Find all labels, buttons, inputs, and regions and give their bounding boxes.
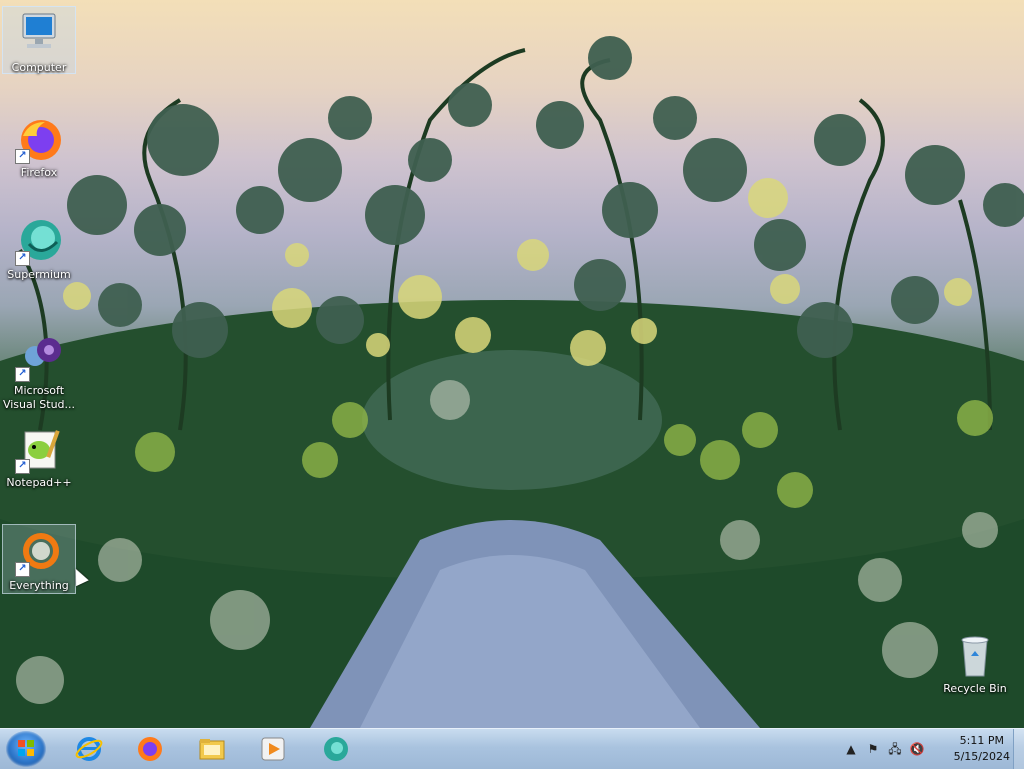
desktop[interactable]: Computer ↗ Firefox ↗ Supermium ↗ Microso…: [0, 0, 1024, 728]
visual-studio-icon: ↗: [15, 334, 63, 382]
desktop-icon-everything[interactable]: ↗ Everything: [2, 524, 76, 594]
windows-logo-icon: [18, 740, 34, 756]
desktop-icon-label: Everything: [9, 579, 69, 592]
taskbar-supermium[interactable]: [310, 731, 362, 767]
taskbar-firefox[interactable]: [124, 731, 176, 767]
internet-explorer-icon: [75, 737, 103, 761]
network-icon[interactable]: 🖧: [887, 741, 903, 757]
desktop-icon-label: Supermium: [7, 268, 71, 281]
taskbar-internet-explorer[interactable]: [63, 731, 115, 767]
action-center-flag-icon[interactable]: ⚑: [865, 741, 881, 757]
taskbar: ▲ ⚑ 🖧 🔇 5:11 PM 5/15/2024: [0, 728, 1024, 769]
system-tray: ▲ ⚑ 🖧 🔇 5:11 PM 5/15/2024: [839, 729, 1024, 769]
wallpaper: [0, 36, 1024, 728]
desktop-icon-label: Computer: [11, 61, 67, 74]
supermium-icon: ↗: [15, 218, 63, 266]
desktop-icon-visual-studio[interactable]: ↗ Microsoft Visual Stud...: [2, 330, 76, 412]
shortcut-arrow-icon: ↗: [15, 459, 30, 474]
everything-search-icon: ↗: [15, 529, 63, 577]
recycle-bin-icon: [951, 632, 999, 680]
shortcut-arrow-icon: ↗: [15, 149, 30, 164]
firefox-icon: ↗: [15, 116, 63, 164]
desktop-icon-label: Notepad++: [6, 476, 72, 489]
taskbar-media-player[interactable]: [247, 731, 299, 767]
firefox-icon: [138, 737, 162, 761]
clock[interactable]: 5:11 PM 5/15/2024: [954, 733, 1010, 765]
desktop-icon-computer[interactable]: Computer: [2, 6, 76, 74]
shortcut-arrow-icon: ↗: [15, 367, 30, 382]
clock-date: 5/15/2024: [953, 750, 1010, 763]
volume-muted-icon[interactable]: 🔇: [909, 741, 925, 757]
desktop-icon-notepadpp[interactable]: ↗ Notepad++: [2, 422, 76, 490]
clock-time: 5:11 PM: [959, 734, 1004, 747]
notepadpp-icon: ↗: [15, 426, 63, 474]
shortcut-arrow-icon: ↗: [15, 251, 30, 266]
desktop-icon-supermium[interactable]: ↗ Supermium: [2, 214, 76, 282]
supermium-icon: [324, 737, 348, 761]
start-button[interactable]: [6, 731, 46, 767]
taskbar-file-explorer[interactable]: [186, 731, 238, 767]
show-hidden-icons[interactable]: ▲: [843, 741, 859, 757]
desktop-icon-label: Recycle Bin: [943, 682, 1007, 695]
desktop-icon-label: Firefox: [20, 166, 58, 179]
shortcut-arrow-icon: ↗: [15, 562, 30, 577]
show-desktop-button[interactable]: [1013, 729, 1024, 769]
desktop-icon-firefox[interactable]: ↗ Firefox: [2, 112, 76, 180]
desktop-icon-recycle-bin[interactable]: Recycle Bin: [938, 628, 1012, 696]
desktop-icon-label: Microsoft Visual Stud...: [2, 384, 76, 411]
media-player-icon: [261, 737, 285, 761]
computer-icon: [15, 11, 63, 59]
file-explorer-icon: [199, 739, 225, 760]
